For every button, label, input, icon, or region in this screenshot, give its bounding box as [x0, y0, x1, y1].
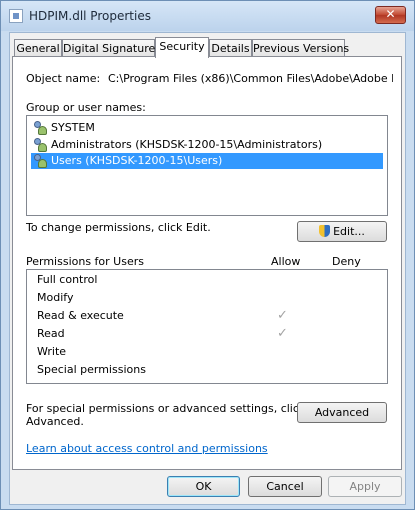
object-name-value: C:\Program Files (x86)\Common Files\Adob… [108, 72, 393, 85]
users-icon [33, 154, 47, 168]
tab-digital-signatures[interactable]: Digital Signatures [62, 39, 161, 57]
permission-modify: Modify [37, 291, 74, 304]
group-item-system[interactable]: SYSTEM [31, 120, 383, 136]
dialog-client: General Digital Signatures Security Deta… [9, 32, 406, 505]
security-panel: Object name: C:\Program Files (x86)\Comm… [12, 56, 402, 470]
edit-button-label: Edit... [333, 225, 365, 238]
special-permissions-text-line2: Advanced. [26, 415, 84, 428]
change-permissions-text: To change permissions, click Edit. [26, 221, 211, 234]
group-item-users[interactable]: Users (KHSDSK-1200-15\Users) [31, 153, 383, 169]
allow-read-execute-check: ✓ [277, 308, 288, 323]
group-item-label: Administrators (KHSDSK-1200-15\Administr… [51, 138, 323, 151]
group-item-label: SYSTEM [51, 121, 95, 134]
object-name-label: Object name: [26, 72, 101, 85]
close-button[interactable]: ✕ [375, 6, 406, 24]
group-user-list[interactable]: SYSTEM Administrators (KHSDSK-1200-15\Ad… [26, 115, 388, 216]
properties-window: HDPIM.dll Properties ✕ General Digital S… [0, 0, 415, 510]
users-icon [33, 138, 47, 152]
apply-button[interactable]: Apply [328, 476, 402, 497]
permission-write: Write [37, 345, 67, 358]
permission-full-control: Full control [37, 273, 98, 286]
users-icon [33, 121, 47, 135]
advanced-button[interactable]: Advanced [297, 402, 387, 423]
permissions-header: Permissions for Users [26, 255, 144, 268]
tab-general[interactable]: General [14, 39, 62, 57]
allow-read-check: ✓ [277, 326, 288, 341]
title-bar[interactable]: HDPIM.dll Properties ✕ [1, 1, 414, 31]
permission-read-execute: Read & execute [37, 309, 124, 322]
allow-header: Allow [271, 255, 301, 268]
learn-access-control-link[interactable]: Learn about access control and permissio… [26, 442, 268, 455]
edit-button[interactable]: Edit... [297, 221, 387, 242]
window-title: HDPIM.dll Properties [29, 9, 151, 23]
permission-read: Read [37, 327, 65, 340]
permission-special: Special permissions [37, 363, 146, 376]
file-icon [9, 9, 23, 23]
tab-security[interactable]: Security [155, 37, 209, 58]
group-user-names-label: Group or user names: [26, 101, 146, 114]
special-permissions-text-line1: For special permissions or advanced sett… [26, 402, 306, 415]
tab-details[interactable]: Details [209, 39, 252, 57]
cancel-button[interactable]: Cancel [248, 476, 322, 497]
permissions-list[interactable]: Full control Modify Read & execute ✓ Rea… [26, 269, 388, 384]
deny-header: Deny [332, 255, 361, 268]
ok-button[interactable]: OK [167, 476, 240, 497]
group-item-label: Users (KHSDSK-1200-15\Users) [51, 154, 223, 167]
group-item-administrators[interactable]: Administrators (KHSDSK-1200-15\Administr… [31, 137, 383, 153]
uac-shield-icon [319, 225, 331, 237]
tab-previous-versions[interactable]: Previous Versions [252, 39, 349, 57]
